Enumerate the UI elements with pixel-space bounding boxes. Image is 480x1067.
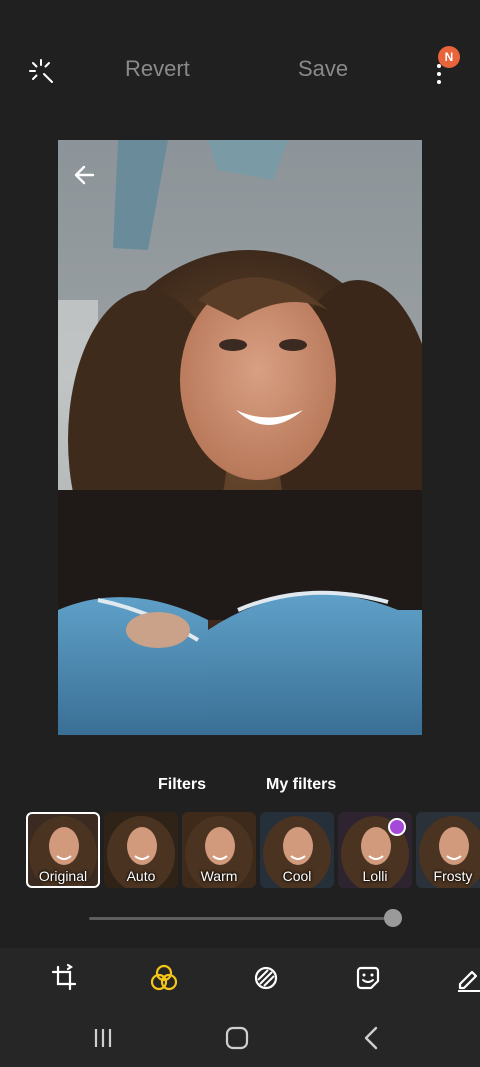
save-button[interactable]: Save xyxy=(298,56,348,82)
sparkle-icon xyxy=(29,59,53,83)
chevron-left-icon xyxy=(364,1026,378,1050)
back-button[interactable] xyxy=(72,162,98,188)
filter-label: Warm xyxy=(200,868,238,884)
tab-filters[interactable]: Filters xyxy=(158,776,206,794)
filter-frosty[interactable]: Frosty xyxy=(416,812,480,888)
more-vert-icon xyxy=(437,64,441,88)
filter-original[interactable]: Original xyxy=(26,812,100,888)
sticker-tool-button[interactable] xyxy=(352,962,384,994)
filter-warm[interactable]: Warm xyxy=(182,812,256,888)
tab-my-filters[interactable]: My filters xyxy=(266,776,336,794)
auto-adjust-button[interactable] xyxy=(24,54,58,88)
filter-lolli[interactable]: Lolli xyxy=(338,812,412,888)
recent-apps-icon xyxy=(94,1029,112,1047)
arrow-left-icon xyxy=(74,165,95,185)
filter-auto[interactable]: Auto xyxy=(104,812,178,888)
sticker-icon xyxy=(356,966,380,990)
filter-tabs: Filters My filters xyxy=(0,776,480,800)
filter-label: Original xyxy=(38,868,88,884)
filter-strength-slider[interactable] xyxy=(89,917,393,920)
top-bar: Revert Save N xyxy=(0,0,480,140)
filter-label: Lolli xyxy=(362,868,388,884)
crop-rotate-icon xyxy=(51,963,77,991)
filter-label: Auto xyxy=(126,868,156,884)
notification-badge: N xyxy=(438,46,460,68)
home-icon xyxy=(225,1026,249,1050)
tone-icon xyxy=(254,966,278,990)
draw-icon xyxy=(458,970,480,992)
premium-filter-icon xyxy=(388,818,406,836)
filter-list: Original Auto Warm Cool Lolli Frosty xyxy=(26,812,480,888)
system-navigation-bar xyxy=(0,1008,480,1067)
filter-cool[interactable]: Cool xyxy=(260,812,334,888)
filter-label: Cool xyxy=(282,868,312,884)
filters-tool-button[interactable] xyxy=(148,962,180,994)
transform-tool-button[interactable] xyxy=(48,962,80,994)
portrait-image xyxy=(58,140,422,735)
slider-thumb[interactable] xyxy=(384,909,402,927)
recent-apps-button[interactable] xyxy=(89,1024,117,1052)
photo-preview[interactable] xyxy=(58,140,422,735)
back-nav-button[interactable] xyxy=(358,1024,386,1052)
filter-label: Frosty xyxy=(433,868,473,884)
revert-button[interactable]: Revert xyxy=(125,56,190,82)
edit-toolbar xyxy=(0,948,480,1008)
home-button[interactable] xyxy=(223,1024,251,1052)
filter-icon xyxy=(150,964,178,991)
tone-tool-button[interactable] xyxy=(250,962,282,994)
draw-tool-button[interactable] xyxy=(452,962,480,994)
